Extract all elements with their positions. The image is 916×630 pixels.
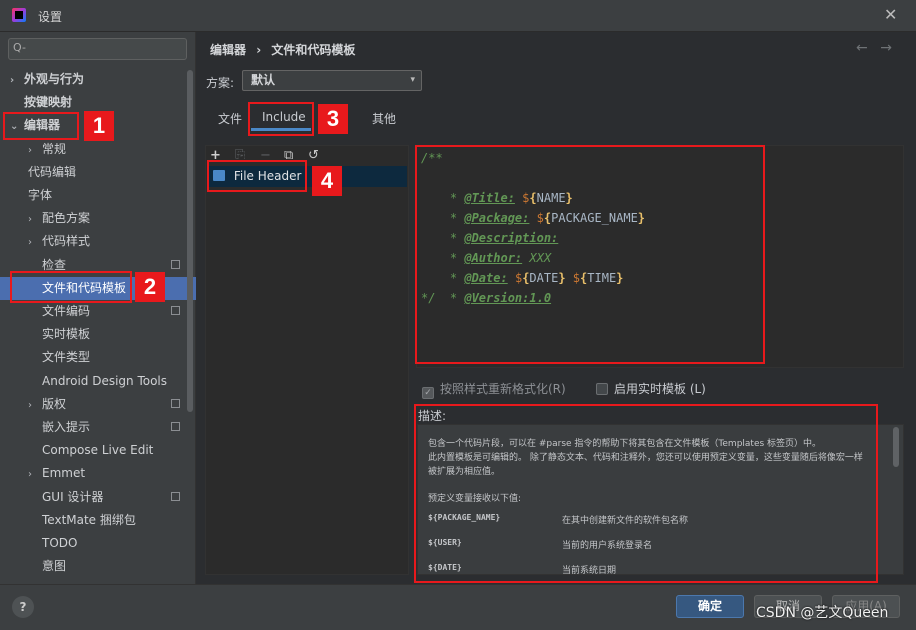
annotation-number-3: 3 [318,104,348,134]
chevron-right-icon[interactable]: › [28,139,42,162]
chevron-right-icon[interactable]: › [10,69,24,92]
reset-icon[interactable]: ↺ [308,148,319,163]
reformat-label: 按照样式重新格式化(R) [440,382,566,396]
sidebar-item-label: 代码样式 [42,234,91,249]
sidebar-item[interactable]: 代码编辑 [0,161,196,184]
back-arrow-icon[interactable]: ← [856,40,868,56]
annotation-number-1: 1 [84,111,114,141]
sidebar-scrollbar[interactable] [187,70,193,412]
sidebar-item-label: Android Design Tools [42,373,168,388]
window-title: 设置 [38,10,63,24]
sidebar-item-label: 文件编码 [42,304,91,318]
sidebar-item-label: 常规 [42,141,67,156]
sidebar-item-label: Compose Live Edit [42,443,154,458]
sidebar-item[interactable]: 字体 [0,184,196,207]
breadcrumb-parent: 编辑器 [210,43,247,57]
sidebar-item-label: 检查 [42,257,67,272]
sidebar-item-label: 按键映射 [24,95,73,110]
breadcrumb: 编辑器 › 文件和代码模板 [210,41,355,58]
project-settings-icon [171,259,180,269]
checkbox-icon [596,383,608,395]
breadcrumb-separator: › [256,43,262,57]
sidebar-item[interactable]: TextMate 捆绑包 [0,509,196,532]
annotation-box-description [414,404,878,583]
description-scrollbar[interactable] [893,427,899,467]
scheme-label: 方案: [206,76,235,90]
sidebar-item[interactable]: GUI 设计器 [0,486,196,509]
breadcrumb-current: 文件和代码模板 [271,43,356,57]
annotation-box-3 [248,102,314,136]
template-list [205,145,409,575]
checkbox-checked-icon: ✓ [422,387,434,399]
sidebar-item[interactable]: › 代码样式 [0,230,196,253]
live-templates-label: 启用实时模板 (L) [614,382,706,396]
search-input[interactable]: Q- [8,38,187,60]
project-settings-icon [171,422,180,431]
watermark: CSDN @艺文Queen [756,605,889,621]
sidebar-item-label: GUI 设计器 [42,489,104,504]
sidebar-item-label: 实时模板 [42,327,91,342]
tab-other[interactable]: 其他 [372,110,396,127]
project-settings-icon [171,306,180,315]
chevron-right-icon[interactable]: › [28,463,42,486]
sidebar-item-label: TextMate 捆绑包 [42,512,136,527]
app-icon [12,8,26,22]
chevron-right-icon[interactable]: › [28,231,42,254]
sidebar-item[interactable]: › Emmet [0,462,196,485]
sidebar-item-label: 外观与行为 [24,72,85,86]
project-settings-icon [171,398,180,408]
sidebar-item[interactable]: TODO [0,532,196,555]
sidebar-item[interactable]: 意图 [0,555,196,578]
search-icon: Q- [13,41,26,54]
tab-files[interactable]: 文件 [218,110,242,127]
sidebar-item[interactable]: 嵌入提示 [0,416,196,439]
help-button[interactable]: ? [12,596,34,618]
sidebar-item[interactable]: › 常规 [0,138,196,161]
sidebar-item[interactable]: Android Design Tools [0,370,196,393]
sidebar-item[interactable]: Compose Live Edit [0,439,196,462]
sidebar-item-label: 配色方案 [42,211,91,226]
nav-arrows: ← → [856,40,892,56]
chevron-right-icon[interactable]: › [28,208,42,231]
annotation-number-4: 4 [312,166,342,196]
sidebar-item-label: TODO [42,536,78,550]
sidebar-item[interactable]: › 配色方案 [0,207,196,230]
scheme-select[interactable]: 默认 ▾ [242,70,422,91]
reformat-checkbox[interactable]: ✓ 按照样式重新格式化(R) [422,380,566,399]
forward-arrow-icon[interactable]: → [880,40,892,56]
sidebar-item[interactable]: 实时模板 [0,323,196,346]
sidebar-item[interactable]: 文件编码 [0,300,196,323]
annotation-box-editor [415,145,765,364]
sidebar-item-label: 版权 [42,396,67,411]
sidebar-item[interactable]: 文件类型 [0,346,196,369]
sidebar-item-label: 嵌入提示 [42,420,91,434]
sidebar-item[interactable]: › 版权 [0,393,196,416]
chevron-right-icon[interactable]: › [28,394,42,417]
sidebar-item-label: 文件类型 [42,350,91,365]
live-templates-checkbox[interactable]: 启用实时模板 (L) [596,380,706,397]
sidebar-item-label: Emmet [42,466,86,481]
annotation-number-2: 2 [135,272,165,302]
scheme-value: 默认 [251,73,276,87]
close-icon[interactable]: ✕ [884,5,897,24]
title-bar [0,0,916,32]
chevron-down-icon: ▾ [410,75,415,85]
annotation-box-1 [3,112,79,140]
sidebar-item-label: 代码编辑 [28,164,77,179]
annotation-box-2 [10,271,132,303]
sidebar-item[interactable]: › 外观与行为 [0,68,196,91]
project-settings-icon [171,491,180,501]
sidebar-item-label: 意图 [42,559,67,574]
annotation-box-4 [207,160,307,192]
sidebar-item-label: 字体 [28,188,53,202]
ok-button[interactable]: 确定 [676,595,744,618]
